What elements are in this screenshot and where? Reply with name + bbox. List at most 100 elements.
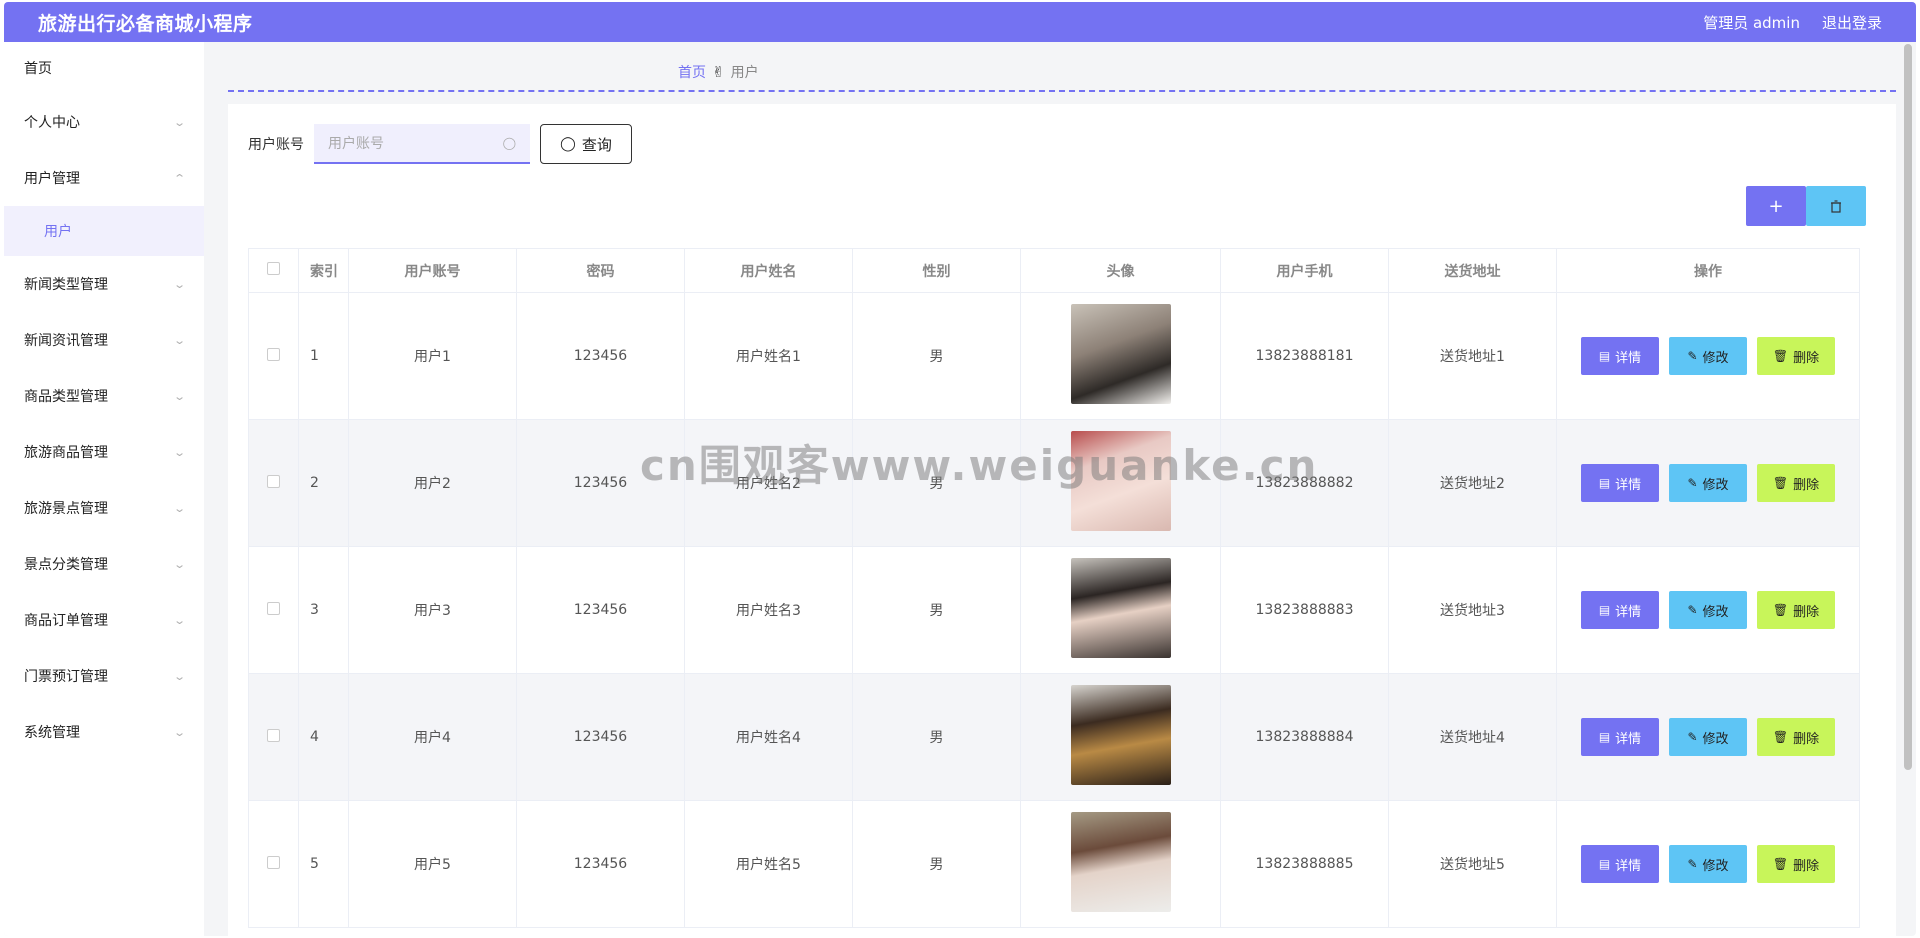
table-row: 2 用户2 123456 用户姓名2 男 13823888882 送货地址2 ▤ 详情 ✎ 修改 🗑 删… xyxy=(248,419,1860,547)
cell-name: 用户姓名4 xyxy=(684,673,853,801)
breadcrumb-home[interactable]: 首页 xyxy=(678,62,706,82)
cell-account: 用户2 xyxy=(348,419,517,547)
edit-button[interactable]: ✎ 修改 xyxy=(1669,845,1747,883)
sidebar-item-profile[interactable]: 个人中心 ⌄ xyxy=(4,94,204,150)
cell-phone: 13823888885 xyxy=(1220,800,1389,928)
cell-index: 3 xyxy=(298,546,349,674)
avatar[interactable] xyxy=(1070,431,1171,531)
search-icon: ◯ xyxy=(560,136,576,152)
sidebar-subitem-label: 用户 xyxy=(44,224,72,240)
delete-button[interactable]: 🗑 删除 xyxy=(1757,845,1835,883)
column-header: 操作 xyxy=(1556,248,1860,293)
main-content: 首页 ✌ 用户 用户账号 用户账号 ◯ ◯ 查询 + 索引 用户账号 密码 用户… xyxy=(204,42,1896,936)
cell-actions: ▤ 详情 ✎ 修改 🗑 删除 xyxy=(1556,673,1860,801)
cell-gender: 男 xyxy=(852,800,1021,928)
trash-icon: 🗑 xyxy=(1772,730,1789,744)
search-placeholder: 用户账号 xyxy=(328,136,384,152)
sidebar-item-news-type[interactable]: 新闻类型管理 ⌄ xyxy=(4,256,204,312)
search-input[interactable]: 用户账号 ◯ xyxy=(314,124,530,164)
table-row: 3 用户3 123456 用户姓名3 男 13823888883 送货地址3 ▤ 详情 ✎ 修改 🗑 删… xyxy=(248,546,1860,674)
sidebar-subitem-users[interactable]: 用户 xyxy=(4,206,204,256)
query-button[interactable]: ◯ 查询 xyxy=(540,124,632,164)
document-icon: ▤ xyxy=(1598,730,1611,744)
delete-label: 删除 xyxy=(1793,350,1820,366)
table-row: 1 用户1 123456 用户姓名1 男 13823888181 送货地址1 ▤ 详情 ✎ 修改 🗑 删… xyxy=(248,292,1860,420)
row-checkbox[interactable] xyxy=(248,419,299,547)
cell-password: 123456 xyxy=(516,292,685,420)
sidebar-item-news[interactable]: 新闻资讯管理 ⌄ xyxy=(4,312,204,368)
detail-button[interactable]: ▤ 详情 xyxy=(1581,464,1659,502)
cell-actions: ▤ 详情 ✎ 修改 🗑 删除 xyxy=(1556,546,1860,674)
edit-button[interactable]: ✎ 修改 xyxy=(1669,591,1747,629)
sidebar-item-attractions[interactable]: 旅游景点管理 ⌄ xyxy=(4,480,204,536)
delete-button[interactable]: 🗑 删除 xyxy=(1757,591,1835,629)
avatar[interactable] xyxy=(1070,304,1171,404)
detail-button[interactable]: ▤ 详情 xyxy=(1581,337,1659,375)
search-bar: 用户账号 用户账号 ◯ ◯ 查询 xyxy=(248,124,632,164)
edit-button[interactable]: ✎ 修改 xyxy=(1669,464,1747,502)
delete-button[interactable]: 🗑 删除 xyxy=(1757,464,1835,502)
sidebar-item-system[interactable]: 系统管理 ⌄ xyxy=(4,704,204,760)
delete-label: 删除 xyxy=(1793,477,1820,493)
sidebar-item-label: 门票预订管理 xyxy=(24,669,108,685)
cell-password: 123456 xyxy=(516,419,685,547)
sidebar-item-attraction-category[interactable]: 景点分类管理 ⌄ xyxy=(4,536,204,592)
pencil-icon: ✎ xyxy=(1687,730,1698,744)
trash-icon: 🗑 xyxy=(1772,476,1789,490)
edit-label: 修改 xyxy=(1702,731,1729,747)
cell-avatar xyxy=(1020,292,1221,420)
edit-button[interactable]: ✎ 修改 xyxy=(1669,337,1747,375)
search-label: 用户账号 xyxy=(248,137,304,153)
logout-link[interactable]: 退出登录 xyxy=(1822,12,1882,33)
breadcrumb: 首页 ✌ 用户 xyxy=(678,62,759,82)
table-row: 5 用户5 123456 用户姓名5 男 13823888885 送货地址5 ▤ 详情 ✎ 修改 🗑 删… xyxy=(248,800,1860,928)
cell-account: 用户3 xyxy=(348,546,517,674)
detail-label: 详情 xyxy=(1615,731,1642,747)
sidebar-item-tickets[interactable]: 门票预订管理 ⌄ xyxy=(4,648,204,704)
sidebar-item-home[interactable]: 首页 xyxy=(4,42,204,94)
detail-button[interactable]: ▤ 详情 xyxy=(1581,845,1659,883)
avatar[interactable] xyxy=(1070,685,1171,785)
delete-label: 删除 xyxy=(1793,858,1820,874)
row-checkbox[interactable] xyxy=(248,673,299,801)
cell-actions: ▤ 详情 ✎ 修改 🗑 删除 xyxy=(1556,800,1860,928)
cell-avatar xyxy=(1020,419,1221,547)
add-button[interactable]: + xyxy=(1746,186,1806,226)
top-header: 旅游出行必备商城小程序 管理员 admin 退出登录 xyxy=(4,2,1916,42)
sidebar-item-orders[interactable]: 商品订单管理 ⌄ xyxy=(4,592,204,648)
cell-account: 用户1 xyxy=(348,292,517,420)
sidebar-item-travel-products[interactable]: 旅游商品管理 ⌄ xyxy=(4,424,204,480)
avatar[interactable] xyxy=(1070,558,1171,658)
select-all-checkbox[interactable] xyxy=(248,248,299,293)
bulk-delete-button[interactable] xyxy=(1806,186,1866,226)
users-table: 索引 用户账号 密码 用户姓名 性别 头像 用户手机 送货地址 操作 1 用户1 1… xyxy=(248,248,1876,928)
cell-index: 5 xyxy=(298,800,349,928)
cell-avatar xyxy=(1020,673,1221,801)
delete-button[interactable]: 🗑 删除 xyxy=(1757,718,1835,756)
sidebar-item-label: 景点分类管理 xyxy=(24,557,108,573)
app-frame: 旅游出行必备商城小程序 管理员 admin 退出登录 首页 个人中心 ⌄ 用户管… xyxy=(4,2,1916,936)
pencil-icon: ✎ xyxy=(1687,349,1698,363)
detail-button[interactable]: ▤ 详情 xyxy=(1581,591,1659,629)
chevron-down-icon: ⌄ xyxy=(172,725,186,739)
document-icon: ▤ xyxy=(1598,857,1611,871)
column-header: 索引 xyxy=(298,248,349,293)
column-header: 用户手机 xyxy=(1220,248,1389,293)
sidebar-item-product-type[interactable]: 商品类型管理 ⌄ xyxy=(4,368,204,424)
current-user: 管理员 admin xyxy=(1703,13,1800,32)
avatar[interactable] xyxy=(1070,812,1171,912)
sidebar-item-label: 旅游商品管理 xyxy=(24,445,108,461)
chevron-down-icon: ⌄ xyxy=(172,115,186,129)
delete-button[interactable]: 🗑 删除 xyxy=(1757,337,1835,375)
edit-button[interactable]: ✎ 修改 xyxy=(1669,718,1747,756)
row-checkbox[interactable] xyxy=(248,292,299,420)
row-checkbox[interactable] xyxy=(248,546,299,674)
cell-address: 送货地址2 xyxy=(1388,419,1557,547)
sidebar-item-user-management[interactable]: 用户管理 ⌃ xyxy=(4,150,204,206)
column-header: 性别 xyxy=(852,248,1021,293)
row-checkbox[interactable] xyxy=(248,800,299,928)
edit-label: 修改 xyxy=(1702,350,1729,366)
chevron-down-icon: ⌄ xyxy=(172,333,186,347)
scrollbar[interactable] xyxy=(1904,44,1912,770)
detail-button[interactable]: ▤ 详情 xyxy=(1581,718,1659,756)
